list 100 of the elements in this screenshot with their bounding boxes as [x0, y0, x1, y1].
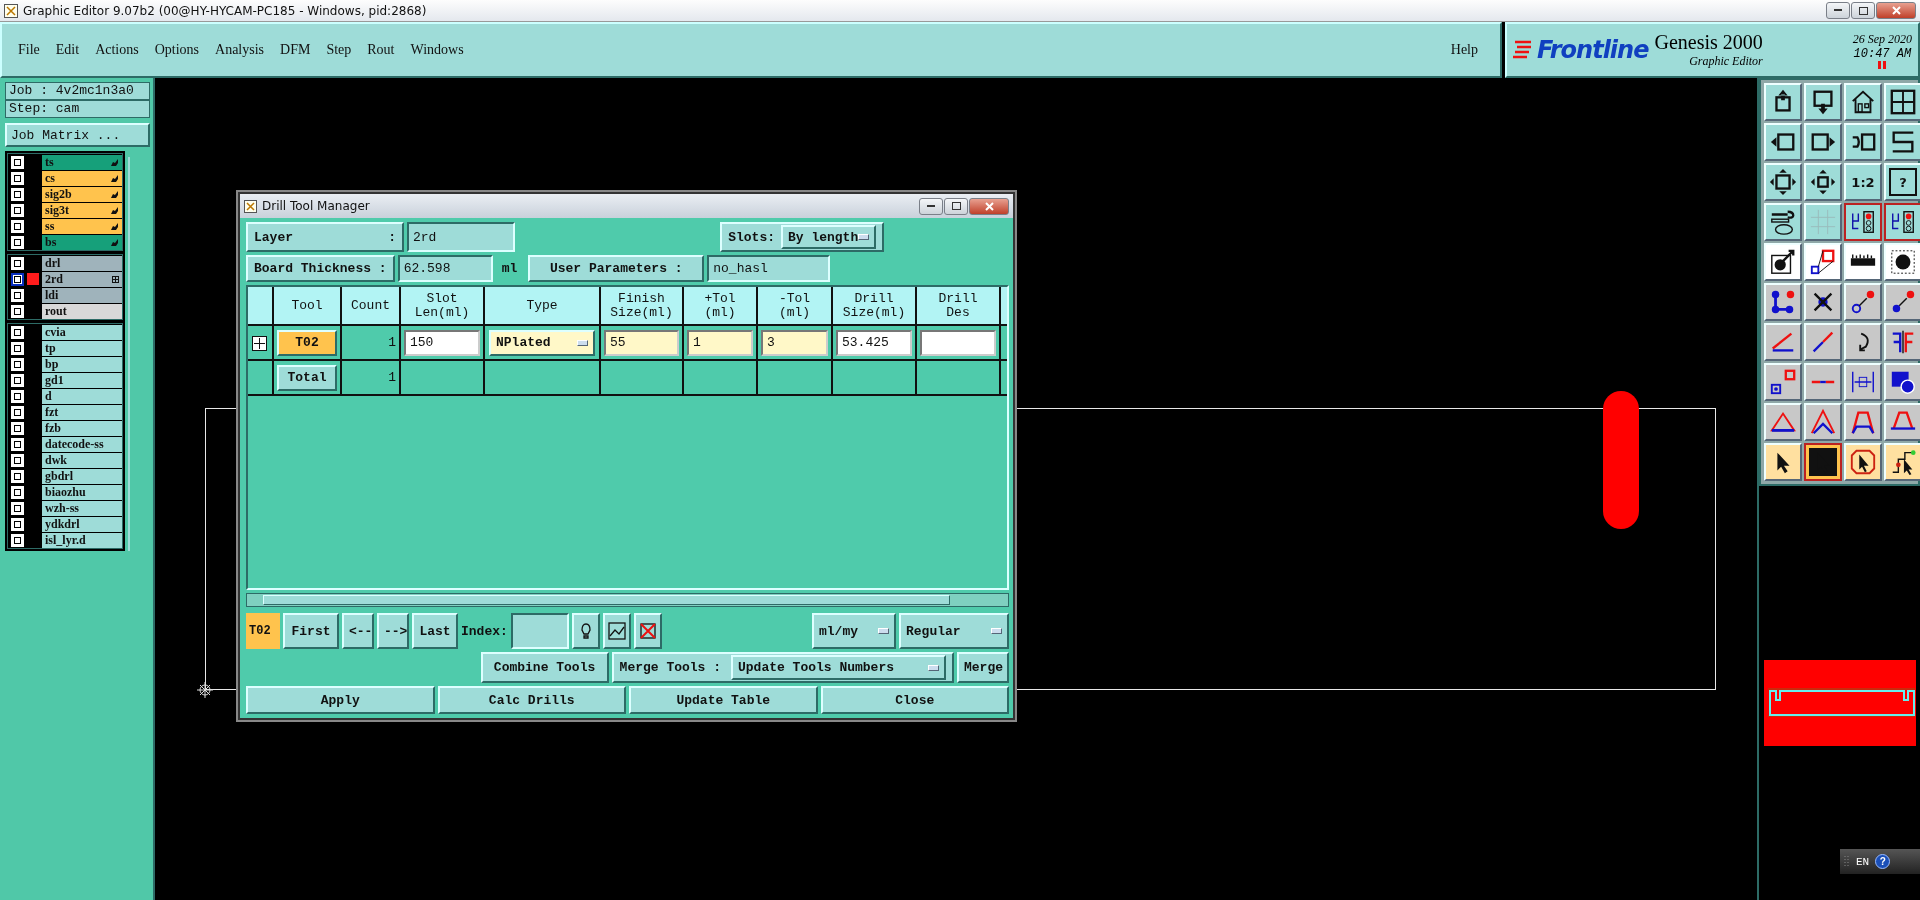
layer-item[interactable]: gbdrl [42, 468, 122, 484]
menu-item[interactable]: Windows [404, 38, 470, 62]
layer-item[interactable]: fzb [42, 420, 122, 436]
layer-item[interactable]: d [42, 388, 122, 404]
minus-tolerance-field[interactable]: 3 [761, 329, 828, 356]
grid-icon[interactable] [1804, 203, 1842, 241]
slots-dropdown[interactable]: By length [781, 225, 876, 249]
layer-item[interactable]: drl [42, 255, 122, 271]
expand-box-icon[interactable] [1764, 163, 1802, 201]
path-pointer-icon[interactable] [1884, 443, 1920, 481]
image-icon[interactable] [602, 613, 631, 649]
merge-button[interactable]: Merge [957, 652, 1009, 683]
circuit-icon[interactable] [1884, 203, 1920, 241]
house-icon[interactable] [1844, 83, 1882, 121]
trapezoid-icon[interactable] [1884, 403, 1920, 441]
nav-button[interactable]: First [283, 613, 339, 649]
tool-button[interactable]: T02 [277, 329, 337, 356]
layer-field[interactable]: 2rd [407, 222, 515, 252]
mirror-icon[interactable] [1884, 323, 1920, 361]
connected-dots-icon[interactable] [1764, 283, 1802, 321]
layer-item[interactable]: ss [42, 218, 122, 234]
layer-item[interactable]: fzt [42, 404, 122, 420]
layer-item[interactable]: ts [42, 154, 122, 170]
box-undo-icon[interactable] [1844, 123, 1882, 161]
mode-dropdown[interactable]: Regular [899, 613, 1009, 649]
linked-squares-icon[interactable] [1764, 363, 1802, 401]
delete-icon[interactable] [633, 613, 662, 649]
combine-tools-button[interactable]: Combine Tools [480, 652, 609, 683]
nav-button[interactable]: --> [377, 613, 409, 649]
square-toggle-icon[interactable] [11, 272, 24, 286]
layer-item[interactable]: cvia [42, 324, 122, 340]
index-field[interactable] [510, 613, 569, 649]
merge-mode-dropdown[interactable]: Update Tools Numbers [731, 655, 946, 680]
minimize-button[interactable] [919, 197, 943, 215]
layer-item[interactable]: bs [42, 234, 122, 250]
ruler-icon[interactable] [1844, 243, 1882, 281]
layer-item[interactable]: cs [42, 170, 122, 186]
menu-item[interactable]: Rout [361, 38, 401, 62]
type-dropdown[interactable]: NPlated [489, 329, 595, 356]
language-indicator[interactable]: EN [1856, 855, 1870, 868]
layer-item[interactable]: isl_lyr.d [42, 532, 122, 548]
finish-size-field[interactable]: 55 [604, 329, 679, 356]
minimize-button[interactable] [1826, 2, 1850, 19]
plus-box-icon[interactable] [251, 334, 269, 351]
shrink-box-icon[interactable] [1804, 163, 1842, 201]
menu-item[interactable]: File [12, 38, 46, 62]
action-button[interactable]: Close [820, 686, 1009, 714]
maximize-button[interactable] [1851, 2, 1875, 19]
menu-item[interactable]: Step [320, 38, 358, 62]
layer-item[interactable]: bp [42, 356, 122, 372]
plus-tolerance-field[interactable]: 1 [687, 329, 753, 356]
octagon-pointer-icon[interactable] [1844, 443, 1882, 481]
layer-item[interactable]: ydkdrl [42, 516, 122, 532]
thickness-field[interactable]: 62.598 [397, 255, 493, 282]
menu-item[interactable]: Edit [49, 38, 86, 62]
drill-size-field[interactable]: 53.425 [836, 329, 912, 356]
close-button[interactable] [969, 197, 1009, 215]
layer-item[interactable]: sig2b [42, 186, 122, 202]
wrench-icon[interactable] [1764, 203, 1802, 241]
horizontal-scrollbar[interactable] [246, 593, 1009, 607]
help-button[interactable]: ? [1875, 854, 1891, 869]
layer-item[interactable]: gd1 [42, 372, 122, 388]
maximize-button[interactable] [944, 197, 968, 215]
window-grid-icon[interactable] [1884, 83, 1920, 121]
layer-item[interactable]: 2rd [42, 271, 122, 287]
layer-item[interactable]: tp [42, 340, 122, 356]
scale-button[interactable]: 1:2 [1844, 163, 1882, 201]
menu-item[interactable]: Analysis [209, 38, 271, 62]
layer-item[interactable]: datecode-ss [42, 436, 122, 452]
help-button[interactable]: ? [1884, 163, 1920, 201]
layer-item[interactable]: rout [42, 303, 122, 319]
layer-item[interactable]: wzh-ss [42, 500, 122, 516]
unit-dropdown[interactable]: ml/my [812, 613, 896, 649]
slot-length-field[interactable]: 150 [404, 329, 480, 356]
user-parameters-button[interactable]: User Parameters : [528, 255, 705, 282]
linked-squares-icon[interactable] [1804, 243, 1842, 281]
help-menu[interactable]: Help [1444, 38, 1484, 62]
menu-item[interactable]: DFM [274, 38, 317, 62]
close-button[interactable] [1876, 2, 1916, 19]
trapezoid-icon[interactable] [1844, 403, 1882, 441]
action-button[interactable]: Apply [246, 686, 435, 714]
display-swatch[interactable] [27, 273, 39, 285]
layer-item[interactable]: ldi [42, 287, 122, 303]
menu-item[interactable]: Actions [89, 38, 145, 62]
layer-item[interactable]: sig3t [42, 202, 122, 218]
total-button[interactable]: Total [277, 364, 337, 391]
bulb-icon[interactable] [571, 613, 600, 649]
circuit-icon[interactable] [1844, 203, 1882, 241]
nav-button[interactable]: Last [412, 613, 458, 649]
user-parameters-field[interactable]: no_hasl [707, 255, 831, 282]
nav-button[interactable]: <-- [342, 613, 374, 649]
action-button[interactable]: Calc Drills [437, 686, 626, 714]
measure-icon[interactable] [1844, 363, 1882, 401]
menu-item[interactable]: Options [148, 38, 206, 62]
blob-shapes-icon[interactable] [1884, 363, 1920, 401]
action-button[interactable]: Update Table [629, 686, 818, 714]
layer-item[interactable]: dwk [42, 452, 122, 468]
drill-des-field[interactable] [920, 329, 996, 356]
layer-item[interactable]: biaozhu [42, 484, 122, 500]
job-matrix-button[interactable]: Job Matrix ... [5, 123, 150, 147]
